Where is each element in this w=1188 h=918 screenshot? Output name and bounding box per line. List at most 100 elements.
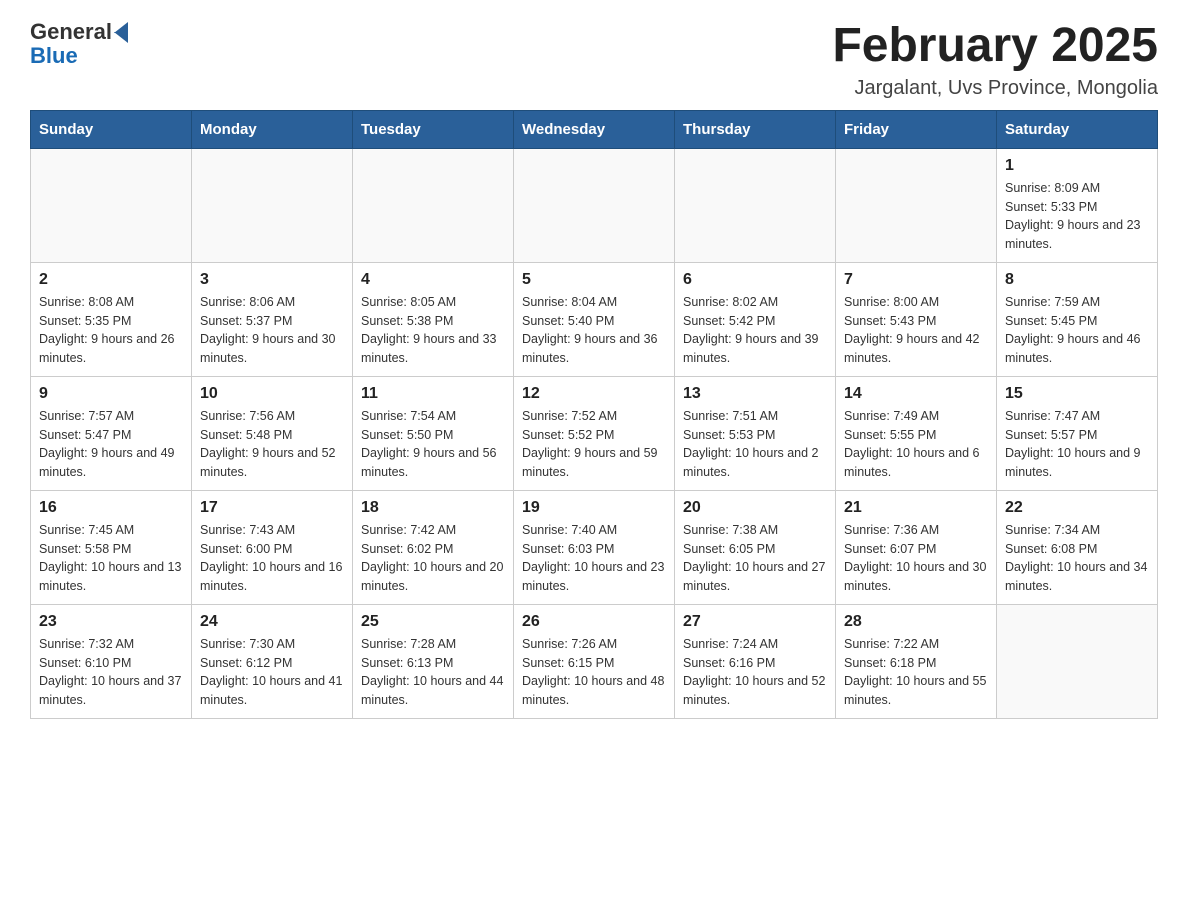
day-sun-info: Sunrise: 7:49 AMSunset: 5:55 PMDaylight:… [844, 407, 988, 482]
day-number: 15 [1005, 385, 1149, 403]
calendar-day-cell: 12 Sunrise: 7:52 AMSunset: 5:52 PMDayligh… [514, 376, 675, 490]
calendar-day-cell: 17 Sunrise: 7:43 AMSunset: 6:00 PMDayligh… [192, 490, 353, 604]
day-sun-info: Sunrise: 7:22 AMSunset: 6:18 PMDaylight:… [844, 635, 988, 710]
weekday-header-sunday: Sunday [31, 110, 192, 148]
calendar-day-cell: 7 Sunrise: 8:00 AMSunset: 5:43 PMDaylight… [836, 262, 997, 376]
weekday-header-monday: Monday [192, 110, 353, 148]
day-number: 18 [361, 499, 505, 517]
calendar-day-cell: 9Sunrise: 7:57 AMSunset: 5:47 PMDaylight… [31, 376, 192, 490]
calendar-day-cell: 26 Sunrise: 7:26 AMSunset: 6:15 PMDayligh… [514, 604, 675, 718]
day-sun-info: Sunrise: 7:47 AMSunset: 5:57 PMDaylight:… [1005, 407, 1149, 482]
calendar-title: February 2025 [832, 20, 1158, 73]
day-number: 27 [683, 613, 827, 631]
day-sun-info: Sunrise: 7:40 AMSunset: 6:03 PMDaylight:… [522, 521, 666, 596]
day-sun-info: Sunrise: 7:26 AMSunset: 6:15 PMDaylight:… [522, 635, 666, 710]
day-number: 2 [39, 271, 183, 289]
calendar-week-row: 9Sunrise: 7:57 AMSunset: 5:47 PMDaylight… [31, 376, 1158, 490]
day-number: 19 [522, 499, 666, 517]
calendar-day-cell [31, 148, 192, 262]
day-number: 6 [683, 271, 827, 289]
calendar-day-cell [675, 148, 836, 262]
calendar-day-cell: 11 Sunrise: 7:54 AMSunset: 5:50 PMDayligh… [353, 376, 514, 490]
day-number: 23 [39, 613, 183, 631]
day-sun-info: Sunrise: 8:05 AMSunset: 5:38 PMDaylight:… [361, 293, 505, 368]
day-number: 17 [200, 499, 344, 517]
calendar-week-row: 23 Sunrise: 7:32 AMSunset: 6:10 PMDayligh… [31, 604, 1158, 718]
logo: General Blue [30, 20, 128, 68]
calendar-day-cell: 4 Sunrise: 8:05 AMSunset: 5:38 PMDaylight… [353, 262, 514, 376]
calendar-day-cell [514, 148, 675, 262]
day-sun-info: Sunrise: 7:32 AMSunset: 6:10 PMDaylight:… [39, 635, 183, 710]
calendar-week-row: 16 Sunrise: 7:45 AMSunset: 5:58 PMDayligh… [31, 490, 1158, 604]
calendar-day-cell [836, 148, 997, 262]
day-sun-info: Sunrise: 7:51 AMSunset: 5:53 PMDaylight:… [683, 407, 827, 482]
calendar-day-cell: 18Sunrise: 7:42 AMSunset: 6:02 PMDayligh… [353, 490, 514, 604]
day-sun-info: Sunrise: 7:30 AMSunset: 6:12 PMDaylight:… [200, 635, 344, 710]
calendar-subtitle: Jargalant, Uvs Province, Mongolia [832, 77, 1158, 100]
weekday-header-saturday: Saturday [997, 110, 1158, 148]
calendar-day-cell: 23 Sunrise: 7:32 AMSunset: 6:10 PMDayligh… [31, 604, 192, 718]
weekday-header-row: SundayMondayTuesdayWednesdayThursdayFrid… [31, 110, 1158, 148]
calendar-day-cell: 24 Sunrise: 7:30 AMSunset: 6:12 PMDayligh… [192, 604, 353, 718]
day-sun-info: Sunrise: 7:52 AMSunset: 5:52 PMDaylight:… [522, 407, 666, 482]
calendar-title-block: February 2025 Jargalant, Uvs Province, M… [832, 20, 1158, 100]
calendar-day-cell: 27 Sunrise: 7:24 AMSunset: 6:16 PMDayligh… [675, 604, 836, 718]
day-sun-info: Sunrise: 7:54 AMSunset: 5:50 PMDaylight:… [361, 407, 505, 482]
day-number: 14 [844, 385, 988, 403]
calendar-day-cell: 21 Sunrise: 7:36 AMSunset: 6:07 PMDayligh… [836, 490, 997, 604]
calendar-day-cell: 19 Sunrise: 7:40 AMSunset: 6:03 PMDayligh… [514, 490, 675, 604]
day-number: 9 [39, 385, 183, 403]
day-sun-info: Sunrise: 7:38 AMSunset: 6:05 PMDaylight:… [683, 521, 827, 596]
day-number: 28 [844, 613, 988, 631]
calendar-table: SundayMondayTuesdayWednesdayThursdayFrid… [30, 110, 1158, 719]
day-sun-info: Sunrise: 7:56 AMSunset: 5:48 PMDaylight:… [200, 407, 344, 482]
day-number: 5 [522, 271, 666, 289]
calendar-day-cell: 1Sunrise: 8:09 AMSunset: 5:33 PMDaylight… [997, 148, 1158, 262]
page-header: General Blue February 2025 Jargalant, Uv… [30, 20, 1158, 100]
day-sun-info: Sunrise: 8:02 AMSunset: 5:42 PMDaylight:… [683, 293, 827, 368]
day-number: 25 [361, 613, 505, 631]
day-sun-info: Sunrise: 7:59 AMSunset: 5:45 PMDaylight:… [1005, 293, 1149, 368]
calendar-day-cell [192, 148, 353, 262]
day-number: 11 [361, 385, 505, 403]
calendar-body: 1Sunrise: 8:09 AMSunset: 5:33 PMDaylight… [31, 148, 1158, 718]
day-number: 24 [200, 613, 344, 631]
calendar-day-cell: 5Sunrise: 8:04 AMSunset: 5:40 PMDaylight… [514, 262, 675, 376]
calendar-header: SundayMondayTuesdayWednesdayThursdayFrid… [31, 110, 1158, 148]
calendar-day-cell: 28 Sunrise: 7:22 AMSunset: 6:18 PMDayligh… [836, 604, 997, 718]
day-number: 26 [522, 613, 666, 631]
day-number: 20 [683, 499, 827, 517]
logo-general-text: General [30, 20, 112, 44]
day-number: 12 [522, 385, 666, 403]
weekday-header-wednesday: Wednesday [514, 110, 675, 148]
day-number: 1 [1005, 157, 1149, 175]
calendar-week-row: 1Sunrise: 8:09 AMSunset: 5:33 PMDaylight… [31, 148, 1158, 262]
day-number: 8 [1005, 271, 1149, 289]
calendar-day-cell: 10Sunrise: 7:56 AMSunset: 5:48 PMDayligh… [192, 376, 353, 490]
calendar-day-cell: 25 Sunrise: 7:28 AMSunset: 6:13 PMDayligh… [353, 604, 514, 718]
day-number: 4 [361, 271, 505, 289]
day-sun-info: Sunrise: 8:06 AMSunset: 5:37 PMDaylight:… [200, 293, 344, 368]
calendar-day-cell: 14 Sunrise: 7:49 AMSunset: 5:55 PMDayligh… [836, 376, 997, 490]
calendar-day-cell: 22Sunrise: 7:34 AMSunset: 6:08 PMDayligh… [997, 490, 1158, 604]
day-sun-info: Sunrise: 7:45 AMSunset: 5:58 PMDaylight:… [39, 521, 183, 596]
day-sun-info: Sunrise: 8:00 AMSunset: 5:43 PMDaylight:… [844, 293, 988, 368]
day-number: 22 [1005, 499, 1149, 517]
day-sun-info: Sunrise: 7:24 AMSunset: 6:16 PMDaylight:… [683, 635, 827, 710]
day-number: 21 [844, 499, 988, 517]
weekday-header-friday: Friday [836, 110, 997, 148]
calendar-day-cell: 2 Sunrise: 8:08 AMSunset: 5:35 PMDaylight… [31, 262, 192, 376]
calendar-day-cell: 15 Sunrise: 7:47 AMSunset: 5:57 PMDayligh… [997, 376, 1158, 490]
day-sun-info: Sunrise: 7:43 AMSunset: 6:00 PMDaylight:… [200, 521, 344, 596]
calendar-day-cell: 16 Sunrise: 7:45 AMSunset: 5:58 PMDayligh… [31, 490, 192, 604]
calendar-day-cell: 13Sunrise: 7:51 AMSunset: 5:53 PMDayligh… [675, 376, 836, 490]
day-number: 7 [844, 271, 988, 289]
calendar-day-cell: 3 Sunrise: 8:06 AMSunset: 5:37 PMDaylight… [192, 262, 353, 376]
calendar-day-cell: 20 Sunrise: 7:38 AMSunset: 6:05 PMDayligh… [675, 490, 836, 604]
day-sun-info: Sunrise: 7:28 AMSunset: 6:13 PMDaylight:… [361, 635, 505, 710]
calendar-day-cell: 6 Sunrise: 8:02 AMSunset: 5:42 PMDaylight… [675, 262, 836, 376]
day-sun-info: Sunrise: 7:36 AMSunset: 6:07 PMDaylight:… [844, 521, 988, 596]
day-number: 3 [200, 271, 344, 289]
day-sun-info: Sunrise: 8:08 AMSunset: 5:35 PMDaylight:… [39, 293, 183, 368]
day-number: 16 [39, 499, 183, 517]
